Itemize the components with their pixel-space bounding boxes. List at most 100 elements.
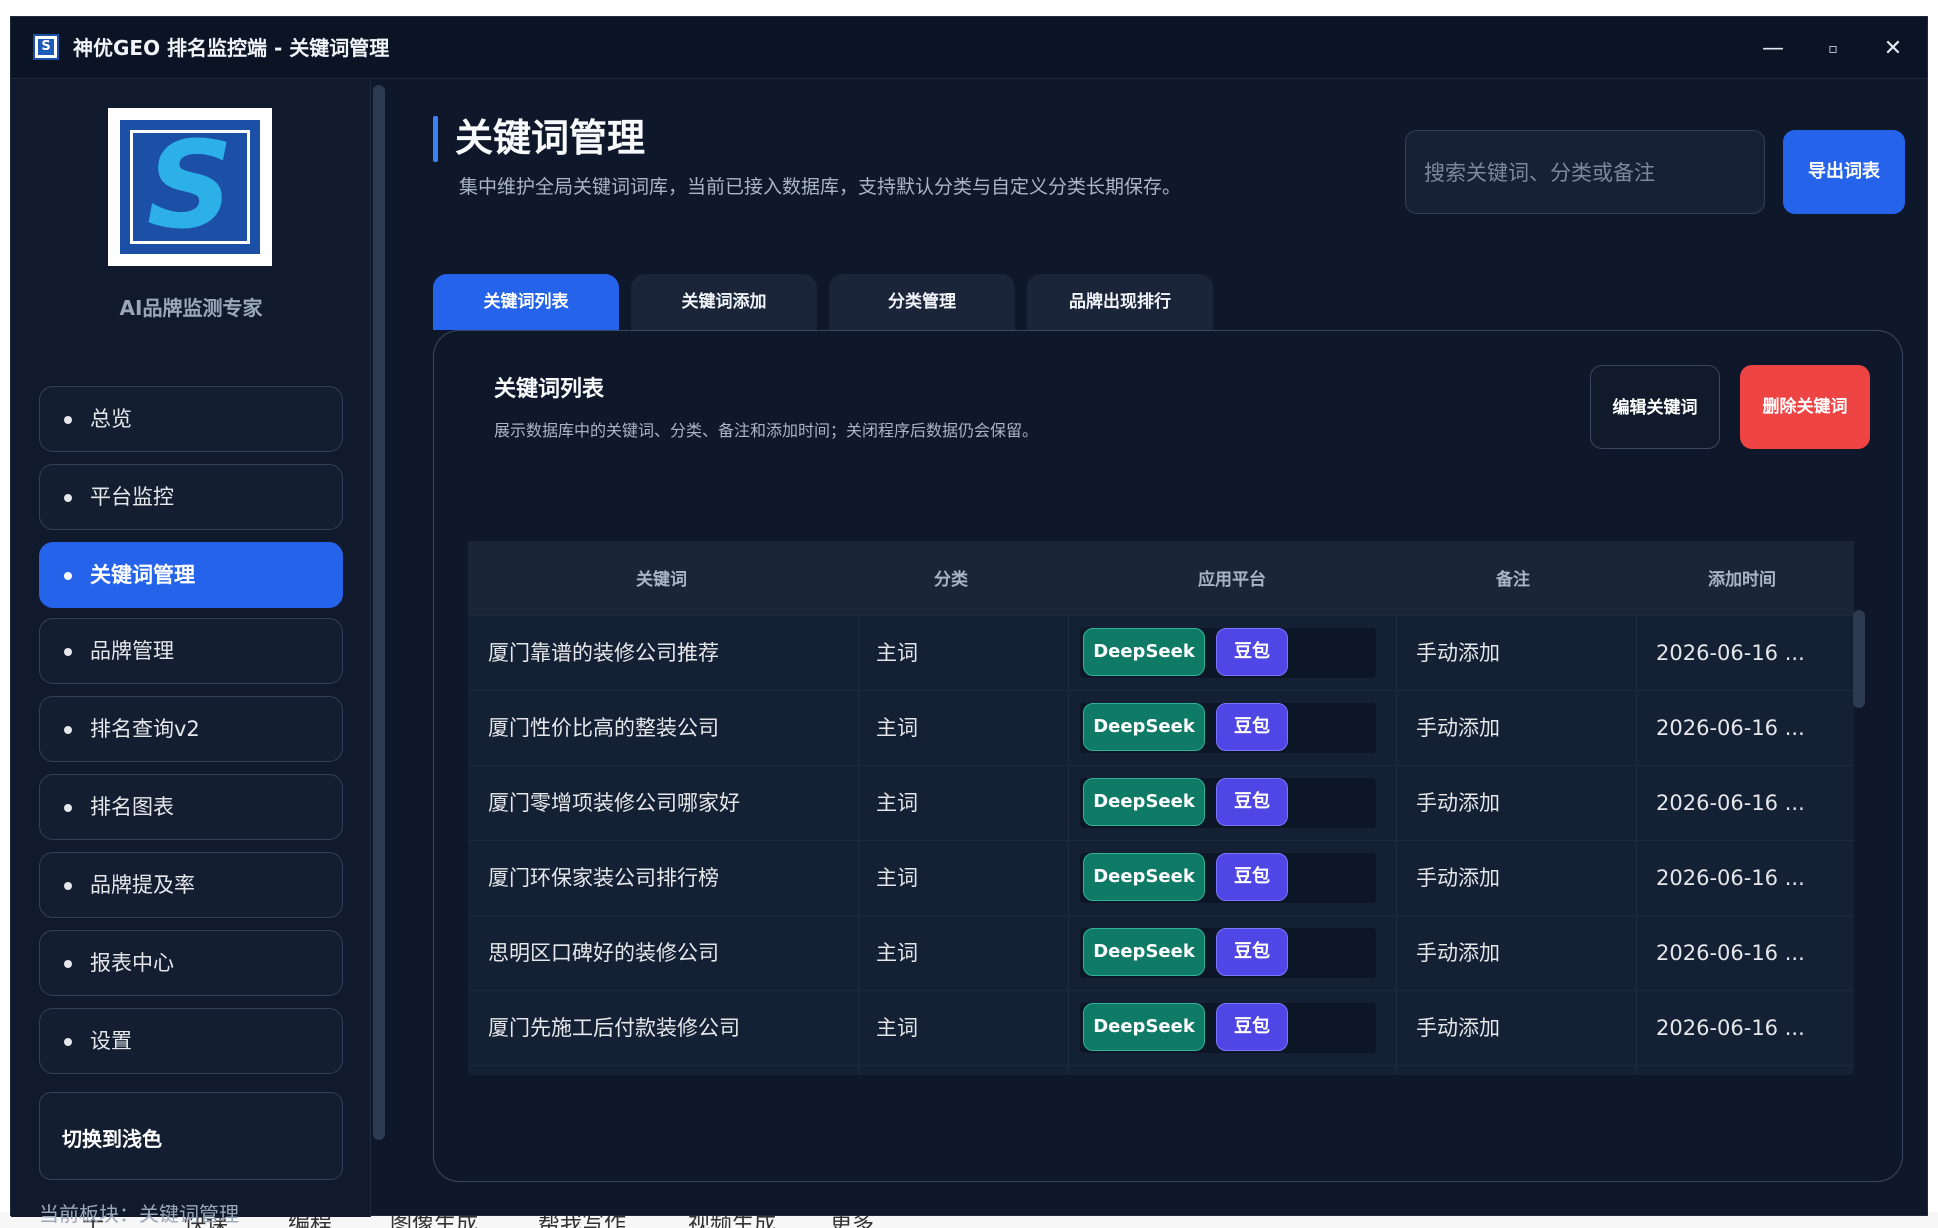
platform-chip-deepseek: DeepSeek <box>1083 703 1205 751</box>
bullet-icon <box>64 882 72 890</box>
bullet-icon <box>64 1038 72 1046</box>
window-title: 神优GEO 排名监控端 - 关键词管理 <box>73 36 390 60</box>
delete-keyword-button[interactable]: 删除关键词 <box>1740 365 1870 449</box>
sidebar-item-report-center[interactable]: 报表中心 <box>39 930 343 996</box>
keyword-table: 关键词 分类 应用平台 备注 添加时间 厦门靠谱的装修公司推荐 主词 DeepS… <box>468 541 1854 1075</box>
bullet-icon <box>64 960 72 968</box>
column-header-category[interactable]: 分类 <box>934 565 968 590</box>
tab-keyword-add[interactable]: 关键词添加 <box>631 274 817 330</box>
sidebar-item-label: 品牌提及率 <box>90 873 195 897</box>
note-cell: 手动添加 <box>1416 791 1500 815</box>
sidebar-item-label: 设置 <box>90 1029 132 1053</box>
note-cell: 手动添加 <box>1416 1016 1500 1040</box>
table-row[interactable]: 厦门性价比高的整装公司 主词 DeepSeek 豆包 手动添加 2026-06-… <box>468 690 1854 766</box>
maximize-button[interactable]: ▫ <box>1811 31 1855 67</box>
bullet-icon <box>64 416 72 424</box>
time-cell: 2026-06-16 ... <box>1656 941 1805 965</box>
table-row[interactable]: 厦门靠谱的装修公司推荐 主词 DeepSeek 豆包 手动添加 2026-06-… <box>468 615 1854 691</box>
sidebar-item-label: 平台监控 <box>90 485 174 509</box>
table-row[interactable] <box>468 1065 1854 1075</box>
platform-chip-deepseek: DeepSeek <box>1083 628 1205 676</box>
sidebar-item-label: 关键词管理 <box>90 563 195 587</box>
theme-toggle-button[interactable]: 切换到浅色 <box>39 1092 343 1180</box>
time-cell: 2026-06-16 ... <box>1656 641 1805 665</box>
minimize-button[interactable]: — <box>1751 31 1795 67</box>
bullet-icon <box>64 572 72 580</box>
table-row[interactable]: 厦门环保家装公司排行榜 主词 DeepSeek 豆包 手动添加 2026-06-… <box>468 840 1854 916</box>
note-cell: 手动添加 <box>1416 716 1500 740</box>
table-scrollbar[interactable] <box>1853 610 1865 708</box>
bullet-icon <box>64 494 72 502</box>
table-row[interactable]: 思明区口碑好的装修公司 主词 DeepSeek 豆包 手动添加 2026-06-… <box>468 915 1854 991</box>
sidebar-item-platform-monitor[interactable]: 平台监控 <box>39 464 343 530</box>
keyword-cell: 厦门零增项装修公司哪家好 <box>488 791 740 815</box>
title-accent <box>433 116 438 162</box>
platform-chip-deepseek: DeepSeek <box>1083 853 1205 901</box>
sidebar-item-rank-chart[interactable]: 排名图表 <box>39 774 343 840</box>
sidebar-item-overview[interactable]: 总览 <box>39 386 343 452</box>
sidebar-item-settings[interactable]: 设置 <box>39 1008 343 1074</box>
sidebar-item-rank-query[interactable]: 排名查询v2 <box>39 696 343 762</box>
platform-chip-doubao: 豆包 <box>1216 853 1288 901</box>
platform-chip-doubao: 豆包 <box>1216 1003 1288 1051</box>
main-content: 关键词管理 集中维护全局关键词词库，当前已接入数据库，支持默认分类与自定义分类长… <box>391 80 1929 1217</box>
note-cell: 手动添加 <box>1416 866 1500 890</box>
column-header-keyword[interactable]: 关键词 <box>636 565 687 590</box>
keyword-cell: 思明区口碑好的装修公司 <box>488 941 719 965</box>
time-cell: 2026-06-16 ... <box>1656 866 1805 890</box>
keyword-cell: 厦门环保家装公司排行榜 <box>488 866 719 890</box>
category-cell: 主词 <box>876 716 918 740</box>
panel-subtitle: 展示数据库中的关键词、分类、备注和添加时间；关闭程序后数据仍会保留。 <box>494 421 1039 440</box>
platform-chip-doubao: 豆包 <box>1216 628 1288 676</box>
export-button[interactable]: 导出词表 <box>1783 130 1905 214</box>
table-header: 关键词 分类 应用平台 备注 添加时间 <box>468 541 1854 615</box>
table-row[interactable]: 厦门零增项装修公司哪家好 主词 DeepSeek 豆包 手动添加 2026-06… <box>468 765 1854 841</box>
sidebar-scrollbar[interactable] <box>373 85 385 1140</box>
brand-logo: S <box>108 108 272 266</box>
platform-chip-deepseek: DeepSeek <box>1083 778 1205 826</box>
column-header-note[interactable]: 备注 <box>1496 565 1530 590</box>
platform-chip-doubao: 豆包 <box>1216 928 1288 976</box>
sidebar-item-label: 报表中心 <box>90 951 174 975</box>
category-cell: 主词 <box>876 1016 918 1040</box>
category-cell: 主词 <box>876 641 918 665</box>
sidebar-item-label: 品牌管理 <box>90 639 174 663</box>
search-input[interactable] <box>1424 157 1744 189</box>
title-bar[interactable]: S 神优GEO 排名监控端 - 关键词管理 — ▫ ✕ <box>11 17 1927 79</box>
table-row[interactable]: 厦门先施工后付款装修公司 主词 DeepSeek 豆包 手动添加 2026-06… <box>468 990 1854 1066</box>
edit-keyword-button[interactable]: 编辑关键词 <box>1590 365 1720 449</box>
note-cell: 手动添加 <box>1416 941 1500 965</box>
page-subtitle: 集中维护全局关键词词库，当前已接入数据库，支持默认分类与自定义分类长期保存。 <box>459 176 1182 198</box>
platform-chip-deepseek: DeepSeek <box>1083 928 1205 976</box>
tab-brand-ranking[interactable]: 品牌出现排行 <box>1027 274 1213 330</box>
time-cell: 2026-06-16 ... <box>1656 1016 1805 1040</box>
app-window: S 神优GEO 排名监控端 - 关键词管理 — ▫ ✕ S AI品牌监测专家 总… <box>10 16 1929 1226</box>
search-box[interactable] <box>1405 130 1765 214</box>
sidebar: S AI品牌监测专家 总览 平台监控 关键词管理 品牌管理 排名查询v2 排名图… <box>11 80 371 1226</box>
column-header-time[interactable]: 添加时间 <box>1708 565 1776 590</box>
keyword-cell: 厦门性价比高的整装公司 <box>488 716 719 740</box>
sidebar-item-brand-mention-rate[interactable]: 品牌提及率 <box>39 852 343 918</box>
platform-chip-doubao: 豆包 <box>1216 778 1288 826</box>
theme-toggle-label: 切换到浅色 <box>62 1127 162 1151</box>
tab-keyword-list[interactable]: 关键词列表 <box>433 274 619 330</box>
sidebar-item-label: 总览 <box>90 407 132 431</box>
current-section-label: 当前板块：关键词管理 <box>39 1202 239 1226</box>
app-logo-icon: S <box>33 34 59 60</box>
category-cell: 主词 <box>876 791 918 815</box>
panel-title: 关键词列表 <box>494 377 605 402</box>
brand-tagline: AI品牌监测专家 <box>119 296 263 320</box>
keyword-list-panel: 关键词列表 展示数据库中的关键词、分类、备注和添加时间；关闭程序后数据仍会保留。… <box>433 330 1903 1182</box>
sidebar-item-keyword-management[interactable]: 关键词管理 <box>39 542 343 608</box>
sidebar-item-brand-management[interactable]: 品牌管理 <box>39 618 343 684</box>
time-cell: 2026-06-16 ... <box>1656 791 1805 815</box>
note-cell: 手动添加 <box>1416 641 1500 665</box>
category-cell: 主词 <box>876 866 918 890</box>
tab-category-management[interactable]: 分类管理 <box>829 274 1015 330</box>
column-header-platform[interactable]: 应用平台 <box>1198 565 1266 590</box>
platform-chip-doubao: 豆包 <box>1216 703 1288 751</box>
sidebar-item-label: 排名查询v2 <box>90 717 200 741</box>
keyword-cell: 厦门先施工后付款装修公司 <box>488 1016 740 1040</box>
category-cell: 主词 <box>876 941 918 965</box>
close-button[interactable]: ✕ <box>1871 31 1915 67</box>
